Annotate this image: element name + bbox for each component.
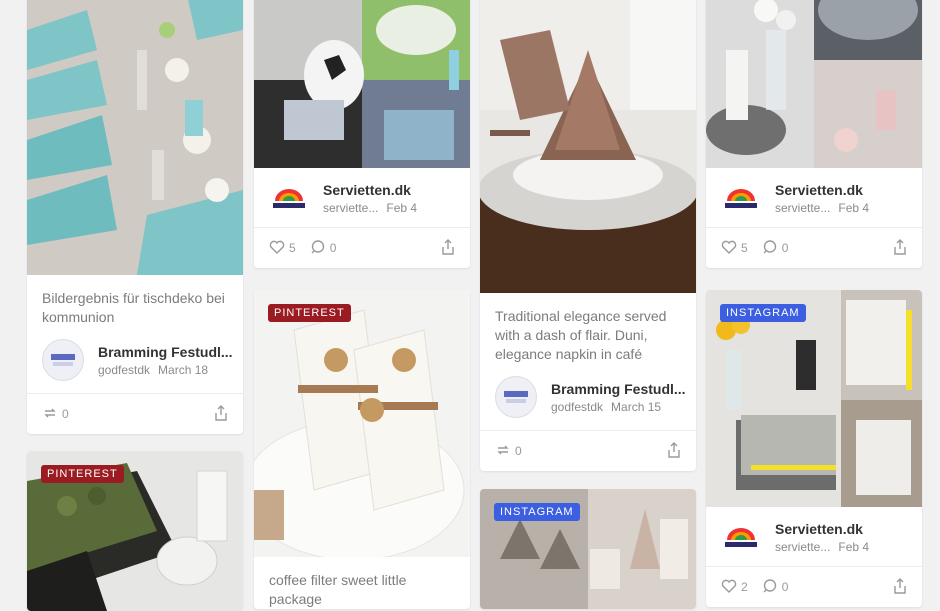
post-image[interactable] (480, 0, 696, 293)
post-image[interactable] (706, 0, 922, 168)
post-card[interactable]: Bildergebnis für tischdeko bei kommunion… (27, 0, 243, 434)
post-author[interactable]: Servietten.dk serviette... Feb 4 (706, 168, 922, 227)
post-actions: 5 0 (706, 228, 922, 268)
post-date: Feb 4 (838, 540, 870, 554)
post-card[interactable]: PINTEREST (27, 451, 243, 611)
post-caption: Bildergebnis für tischdeko bei kommunion (42, 290, 225, 325)
like-count: 5 (741, 241, 748, 255)
source-badge-pinterest: PINTEREST (268, 304, 351, 322)
post-image[interactable]: PINTEREST (254, 290, 470, 557)
post-image[interactable]: INSTAGRAM (706, 290, 922, 507)
source-badge-instagram: INSTAGRAM (720, 304, 806, 322)
post-author[interactable]: Servietten.dk serviette... Feb 4 (706, 507, 922, 566)
author-name[interactable]: Servietten.dk (323, 182, 417, 198)
post-actions: 0 (27, 394, 243, 434)
post-card[interactable]: INSTAGRAM Servietten.dk serviette... Feb … (706, 290, 922, 607)
post-card[interactable]: Servietten.dk serviette... Feb 4 5 0 (706, 0, 922, 268)
post-caption: Traditional elegance served with a dash … (495, 308, 667, 362)
post-date: March 18 (158, 362, 209, 377)
post-image[interactable]: PINTEREST (27, 451, 243, 611)
like-button[interactable]: 2 (721, 579, 748, 596)
comment-count: 0 (329, 241, 337, 255)
comment-button[interactable]: 0 (310, 239, 337, 257)
author-handle: serviette... (775, 201, 831, 215)
post-card[interactable]: PINTEREST coffee filter sweet little pac… (254, 290, 470, 609)
share-icon (667, 441, 681, 461)
comment-icon (762, 578, 782, 596)
post-actions: 0 (480, 431, 696, 471)
repost-icon (495, 443, 515, 460)
post-card[interactable]: Servietten.dk serviette... Feb 4 5 0 (254, 0, 470, 268)
post-image[interactable]: INSTAGRAM (480, 489, 696, 609)
comment-icon (762, 239, 782, 257)
like-button[interactable]: 5 (721, 240, 748, 257)
heart-icon (269, 240, 289, 257)
comment-button[interactable]: 0 (762, 239, 789, 257)
share-icon (893, 238, 907, 258)
share-icon (441, 238, 455, 258)
post-date: Feb 4 (838, 201, 870, 215)
author-name[interactable]: Servietten.dk (775, 182, 869, 198)
author-avatar[interactable] (42, 339, 84, 381)
post-image[interactable] (27, 0, 243, 275)
like-count: 5 (289, 241, 296, 255)
source-badge-instagram: INSTAGRAM (494, 503, 580, 521)
author-handle: serviette... (775, 540, 831, 554)
author-handle: godfestdk (98, 362, 151, 377)
post-caption: coffee filter sweet little package (269, 572, 407, 607)
share-button[interactable] (667, 441, 681, 461)
post-date: March 15 (611, 399, 662, 414)
heart-icon (721, 240, 741, 257)
post-actions: 2 0 (706, 567, 922, 607)
author-avatar[interactable] (495, 376, 537, 418)
author-handle: serviette... (323, 201, 379, 215)
repost-count: 0 (62, 407, 69, 421)
comment-count: 0 (781, 580, 789, 594)
post-actions: 5 0 (254, 228, 470, 268)
post-author[interactable]: Servietten.dk serviette... Feb 4 (254, 168, 470, 227)
like-count: 2 (741, 580, 748, 594)
post-card[interactable]: INSTAGRAM (480, 489, 696, 609)
repost-button[interactable]: 0 (495, 443, 522, 460)
heart-icon (721, 579, 741, 596)
comment-icon (310, 239, 330, 257)
servietten-logo[interactable] (269, 187, 309, 211)
author-name[interactable]: Bramming Festudl... (551, 381, 686, 397)
author-name[interactable]: Bramming Festudl... (98, 344, 233, 360)
share-icon (214, 404, 228, 424)
share-icon (893, 577, 907, 597)
post-image[interactable] (254, 0, 470, 168)
post-date: Feb 4 (386, 201, 418, 215)
post-card[interactable]: Traditional elegance served with a dash … (480, 0, 696, 471)
share-button[interactable] (214, 404, 228, 424)
repost-icon (42, 406, 62, 423)
servietten-logo[interactable] (721, 187, 761, 211)
like-button[interactable]: 5 (269, 240, 296, 257)
servietten-logo[interactable] (721, 526, 761, 550)
comment-button[interactable]: 0 (762, 578, 789, 596)
author-name[interactable]: Servietten.dk (775, 521, 869, 537)
source-badge-pinterest: PINTEREST (41, 465, 124, 483)
repost-count: 0 (515, 444, 522, 458)
post-author[interactable]: Bramming Festudl... godfestdk March 15 (480, 364, 696, 430)
share-button[interactable] (893, 238, 907, 258)
post-author[interactable]: Bramming Festudl... godfestdk March 18 (27, 327, 243, 393)
comment-count: 0 (781, 241, 789, 255)
share-button[interactable] (441, 238, 455, 258)
author-handle: godfestdk (551, 399, 604, 414)
repost-button[interactable]: 0 (42, 406, 69, 423)
share-button[interactable] (893, 577, 907, 597)
